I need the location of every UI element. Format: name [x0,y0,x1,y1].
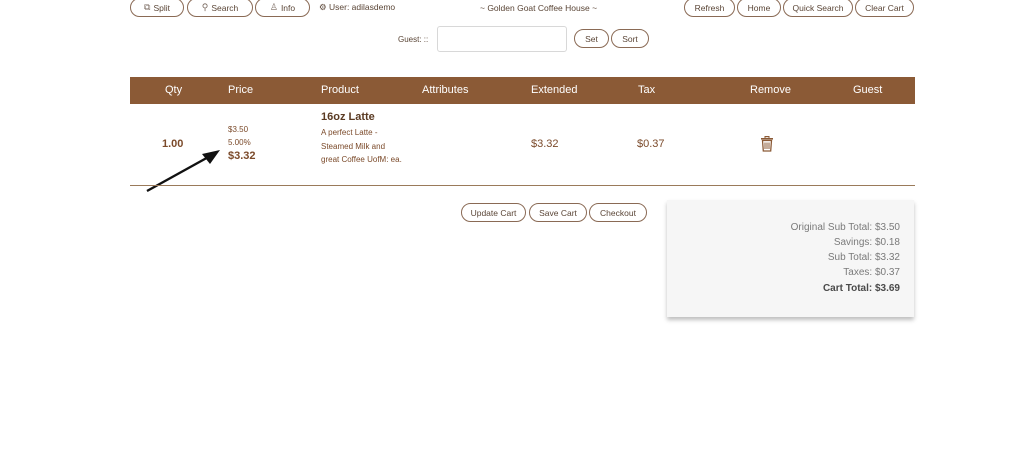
col-price: Price [228,84,254,96]
split-label: Split [153,2,170,13]
row-divider [130,185,915,186]
clear-cart-button[interactable]: Clear Cart [855,0,914,17]
split-button[interactable]: ⧉ Split [130,0,184,17]
trash-icon[interactable] [760,136,774,152]
search-label: Search [211,2,239,13]
sort-label: Sort [622,33,638,44]
col-guest: Guest [853,84,883,96]
user-indicator: ⚙ User: adilasdemo [319,2,395,13]
gear-icon: ⚙ [319,2,327,12]
col-extended: Extended [531,84,578,96]
quick-search-label: Quick Search [792,2,844,13]
clear-cart-label: Clear Cart [865,2,904,13]
cart-summary: Original Sub Total: $3.50 Savings: $0.18… [667,200,914,317]
cart-table-header: Qty Price Product Attributes Extended Ta… [130,77,915,104]
save-cart-button[interactable]: Save Cart [529,203,587,222]
info-label: Info [280,2,296,13]
refresh-label: Refresh [694,2,725,13]
sort-button[interactable]: Sort [611,29,649,48]
home-label: Home [747,2,771,13]
row-price-final[interactable]: $3.32 [228,150,256,162]
user-label: User: adilasdemo [329,2,396,12]
taxes: Taxes: $0.37 [843,267,900,278]
row-extended: $3.32 [531,138,559,150]
col-tax: Tax [638,84,656,96]
refresh-button[interactable]: Refresh [684,0,735,17]
update-cart-label: Update Cart [470,207,517,218]
search-button[interactable]: ⚲ Search [187,0,253,17]
cart-total: Cart Total: $3.69 [822,283,900,294]
set-button[interactable]: Set [574,29,609,48]
info-button[interactable]: ♙ Info [255,0,310,17]
guest-label: Guest: :: [398,35,429,44]
user-plus-icon: ♙ [269,2,278,12]
col-attributes: Attributes [422,84,469,96]
search-icon: ⚲ [201,2,209,12]
checkout-label: Checkout [600,207,636,218]
quick-search-button[interactable]: Quick Search [783,0,853,17]
row-price-original: $3.50 [228,125,249,134]
update-cart-button[interactable]: Update Cart [461,203,526,222]
arrow-annotation [146,150,220,193]
col-remove: Remove [750,84,791,96]
row-discount: 5.00% [228,138,251,147]
save-cart-label: Save Cart [539,207,577,218]
checkout-button[interactable]: Checkout [589,203,647,222]
set-label: Set [585,33,598,44]
col-qty: Qty [165,84,183,96]
row-product-desc: A perfect Latte - Steamed Milk and great… [321,128,402,164]
store-title: ~ Golden Goat Coffee House ~ [480,3,598,13]
guest-input[interactable] [437,26,567,52]
savings: Savings: $0.18 [833,237,900,248]
col-product: Product [321,84,359,96]
row-tax: $0.37 [637,138,665,150]
subtotal: Sub Total: $3.32 [827,252,900,263]
split-icon: ⧉ [144,2,151,12]
home-button[interactable]: Home [737,0,781,17]
row-product-name[interactable]: 16oz Latte [321,111,375,123]
original-subtotal: Original Sub Total: $3.50 [790,222,900,233]
